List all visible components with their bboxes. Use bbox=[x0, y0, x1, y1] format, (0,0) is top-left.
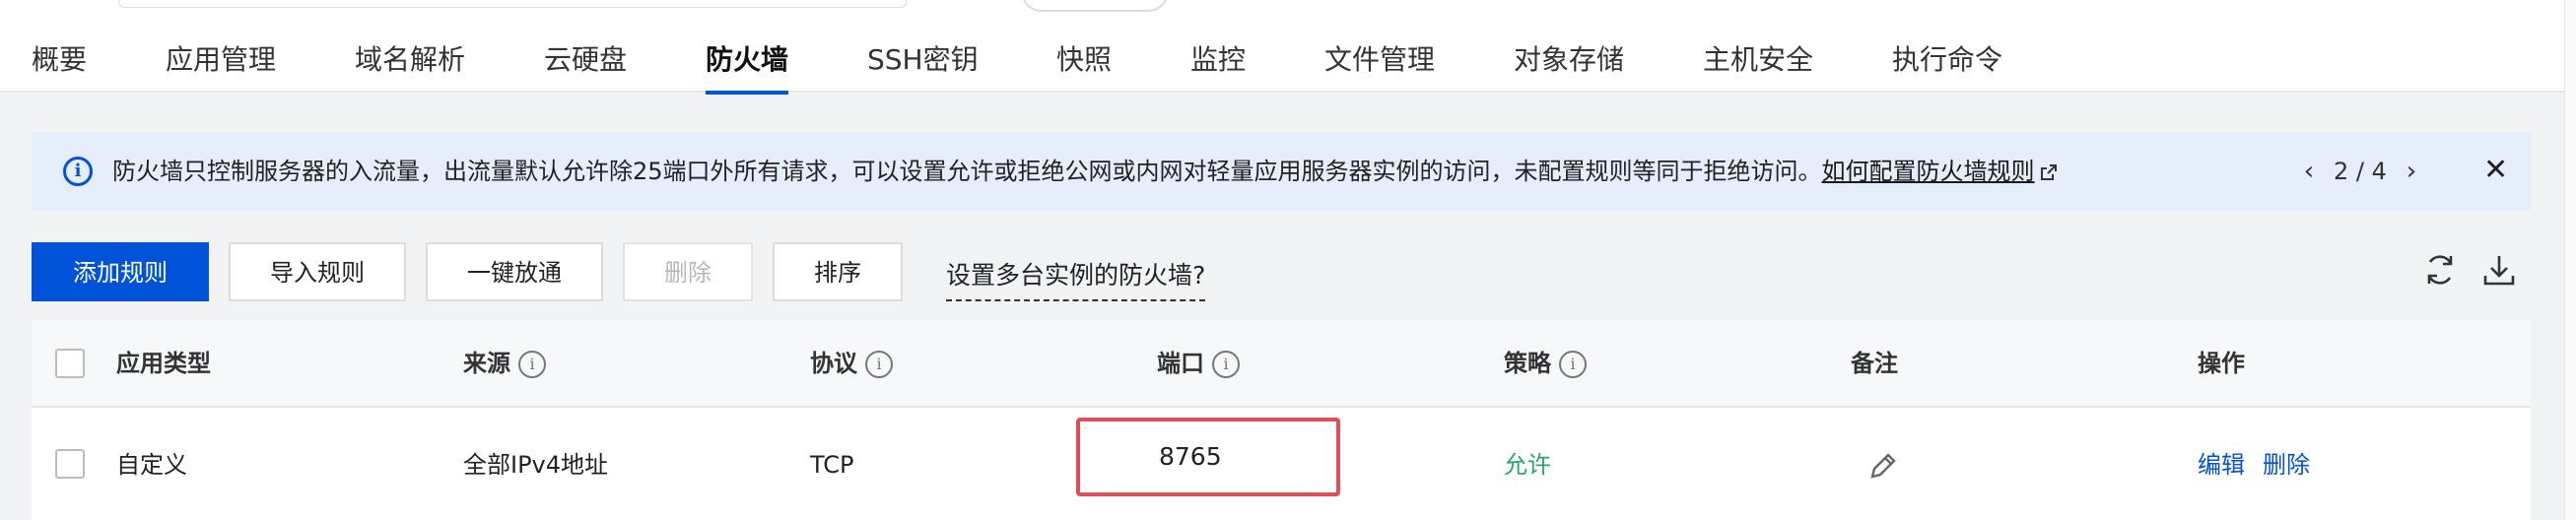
pager-count: 2 / 4 bbox=[2334, 158, 2387, 185]
table-row: 自定义 全部IPv4地址 TCP 8765 允许 编辑 删除 bbox=[32, 410, 2531, 520]
firewall-notice-banner: i 防火墙只控制服务器的入流量，出流量默认允许除25端口外所有请求，可以设置允许… bbox=[32, 132, 2531, 211]
header-source: 来源 i bbox=[463, 319, 546, 408]
chevron-right-icon[interactable]: › bbox=[2397, 153, 2426, 190]
add-rule-button[interactable]: 添加规则 bbox=[32, 242, 209, 301]
sort-button[interactable]: 排序 bbox=[773, 242, 903, 301]
tab-host-security[interactable]: 主机安全 bbox=[1703, 41, 1813, 91]
select-all-checkbox[interactable] bbox=[55, 349, 85, 378]
row-checkbox[interactable] bbox=[55, 449, 85, 479]
tab-overview[interactable]: 概要 bbox=[32, 41, 87, 91]
scrollbar[interactable] bbox=[2564, 0, 2576, 520]
firewall-rules-table: 应用类型 来源 i 协议 i 端口 i 策略 i 备注 操作 自定义 全部IPv4地址 … bbox=[32, 319, 2531, 520]
notice-pager: ‹ 2 / 4 › bbox=[2294, 152, 2426, 190]
tab-bar: 概要 应用管理 域名解析 云硬盘 防火墙 SSH密钥 快照 监控 文件管理 对象… bbox=[0, 20, 2576, 95]
header-remark: 备注 bbox=[1851, 350, 1898, 377]
tab-object-storage[interactable]: 对象存储 bbox=[1514, 41, 1624, 91]
header-protocol: 协议 i bbox=[810, 319, 893, 408]
cell-port: 8765 bbox=[1159, 442, 1222, 471]
multi-instance-firewall-link[interactable]: 设置多台实例的防火墙? bbox=[946, 256, 1206, 301]
delete-button[interactable]: 删除 bbox=[623, 242, 753, 301]
close-icon[interactable]: ✕ bbox=[2483, 152, 2508, 189]
notice-text: 防火墙只控制服务器的入流量，出流量默认允许除25端口外所有请求，可以设置允许或拒… bbox=[112, 158, 1822, 185]
pencil-icon[interactable] bbox=[1866, 449, 1900, 483]
help-icon[interactable]: i bbox=[1559, 351, 1587, 378]
table-header: 应用类型 来源 i 协议 i 端口 i 策略 i 备注 操作 bbox=[32, 319, 2531, 408]
cell-policy: 允许 bbox=[1504, 451, 1551, 479]
cell-app-type: 自定义 bbox=[116, 451, 187, 479]
cell-protocol: TCP bbox=[810, 451, 854, 479]
delete-link[interactable]: 删除 bbox=[2263, 410, 2310, 520]
tab-ssh-keys[interactable]: SSH密钥 bbox=[867, 41, 979, 91]
external-link-icon bbox=[2040, 164, 2057, 180]
tab-cloud-disk[interactable]: 云硬盘 bbox=[544, 41, 627, 91]
import-rules-button[interactable]: 导入规则 bbox=[229, 242, 406, 301]
cell-source: 全部IPv4地址 bbox=[463, 451, 609, 479]
tab-app-management[interactable]: 应用管理 bbox=[166, 41, 276, 91]
tab-monitoring[interactable]: 监控 bbox=[1190, 41, 1246, 91]
header-policy: 策略 i bbox=[1504, 319, 1587, 408]
top-strip bbox=[0, 0, 2576, 20]
tab-domain-resolution[interactable]: 域名解析 bbox=[355, 41, 465, 91]
header-app-type: 应用类型 bbox=[116, 350, 211, 377]
top-input-partial[interactable] bbox=[118, 0, 907, 8]
edit-link[interactable]: 编辑 bbox=[2198, 410, 2245, 520]
help-icon[interactable]: i bbox=[865, 351, 893, 378]
help-icon[interactable]: i bbox=[518, 351, 546, 378]
notice-message: 防火墙只控制服务器的入流量，出流量默认允许除25端口外所有请求，可以设置允许或拒… bbox=[112, 153, 2059, 190]
tab-execute-command[interactable]: 执行命令 bbox=[1892, 41, 2002, 91]
top-button-partial[interactable] bbox=[1021, 0, 1169, 12]
download-icon[interactable] bbox=[2479, 250, 2519, 290]
header-port: 端口 i bbox=[1157, 319, 1240, 408]
firewall-help-link[interactable]: 如何配置防火墙规则 bbox=[1822, 158, 2035, 185]
refresh-icon[interactable] bbox=[2420, 250, 2460, 290]
help-icon[interactable]: i bbox=[1212, 351, 1240, 378]
one-click-open-button[interactable]: 一键放通 bbox=[426, 242, 603, 301]
header-actions: 操作 bbox=[2198, 350, 2245, 377]
tab-file-management[interactable]: 文件管理 bbox=[1324, 41, 1435, 91]
tab-snapshots[interactable]: 快照 bbox=[1056, 41, 1112, 91]
info-icon: i bbox=[63, 157, 93, 186]
chevron-left-icon[interactable]: ‹ bbox=[2294, 153, 2324, 190]
port-highlight-box: 8765 bbox=[1076, 418, 1340, 496]
tab-firewall[interactable]: 防火墙 bbox=[706, 41, 789, 95]
